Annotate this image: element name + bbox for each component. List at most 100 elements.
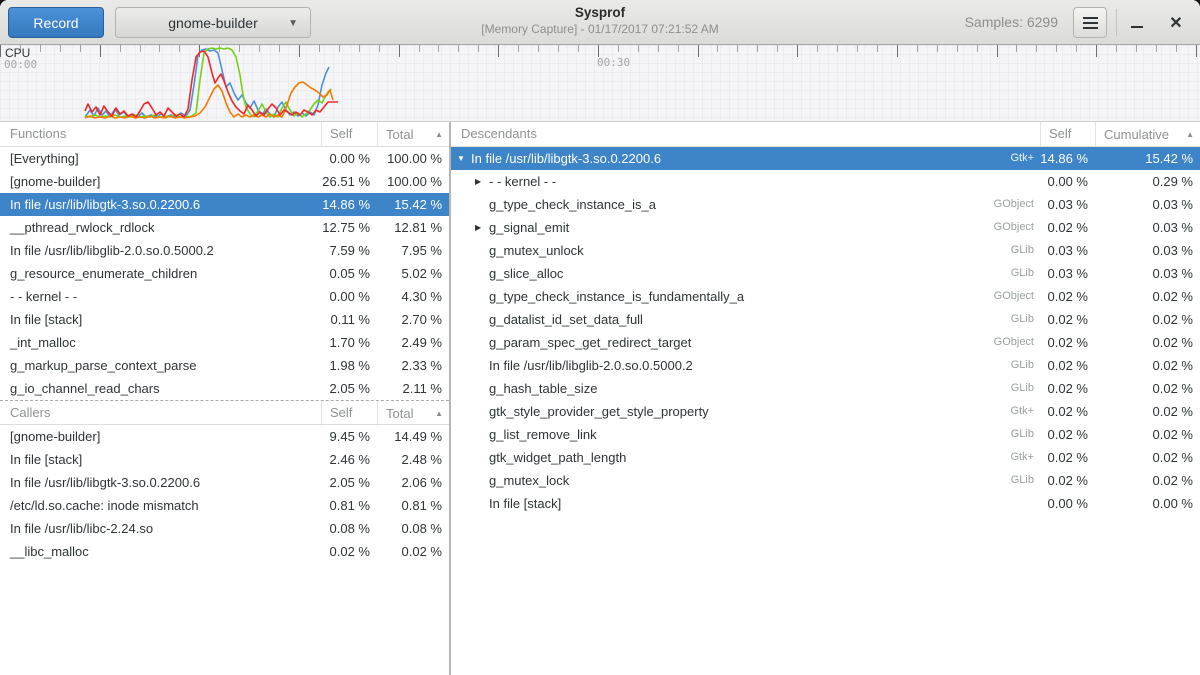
function-name: g_type_check_instance_is_fundamentally_a [489, 285, 744, 308]
column-header-self[interactable]: Self [1040, 122, 1095, 147]
table-row[interactable]: In file /usr/lib/libc-2.24.so0.08 %0.08 … [0, 517, 449, 540]
self-percent: 14.86 % [321, 193, 377, 216]
table-row[interactable]: /etc/ld.so.cache: inode mismatch0.81 %0.… [0, 494, 449, 517]
minimize-button[interactable] [1121, 8, 1153, 38]
callers-list: [gnome-builder]9.45 %14.49 %In file [sta… [0, 425, 449, 563]
self-percent: 0.02 % [1040, 216, 1095, 239]
library-tag: GObject [986, 331, 1040, 354]
self-percent: 0.02 % [1040, 423, 1095, 446]
self-percent: 0.02 % [1040, 469, 1095, 492]
table-row[interactable]: gtk_style_provider_get_style_propertyGtk… [451, 400, 1200, 423]
self-percent: 0.05 % [321, 262, 377, 285]
self-percent: 26.51 % [321, 170, 377, 193]
table-row[interactable]: - - kernel - -0.00 %4.30 % [0, 285, 449, 308]
library-tag: GLib [1003, 239, 1040, 262]
self-percent: 2.05 % [321, 471, 377, 494]
samples-count: Samples: 6299 [965, 14, 1058, 30]
table-row[interactable]: _int_malloc1.70 %2.49 % [0, 331, 449, 354]
function-name: In file /usr/lib/libglib-2.0.so.0.5000.2 [489, 354, 693, 377]
cpu-graph[interactable]: CPU 00:00 00:30 [0, 45, 1200, 122]
total-percent: 0.02 % [1095, 469, 1200, 492]
table-row[interactable]: In file [stack]2.46 %2.48 % [0, 448, 449, 471]
table-row[interactable]: g_markup_parse_context_parse1.98 %2.33 % [0, 354, 449, 377]
record-button[interactable]: Record [8, 7, 104, 38]
total-percent: 0.00 % [1095, 492, 1200, 515]
column-header-total[interactable]: Total ▲ [377, 122, 449, 147]
table-row[interactable]: g_datalist_id_set_data_fullGLib0.02 %0.0… [451, 308, 1200, 331]
expand-arrow-icon[interactable]: ▶ [475, 216, 489, 239]
self-percent: 7.59 % [321, 239, 377, 262]
function-name: [gnome-builder] [10, 170, 100, 193]
table-row[interactable]: g_param_spec_get_redirect_targetGObject0… [451, 331, 1200, 354]
table-row[interactable]: gtk_widget_path_lengthGtk+0.02 %0.02 % [451, 446, 1200, 469]
expand-arrow-icon[interactable]: ▶ [475, 170, 489, 193]
self-percent: 0.11 % [321, 308, 377, 331]
self-percent: 0.00 % [321, 147, 377, 170]
table-row[interactable]: [gnome-builder]26.51 %100.00 % [0, 170, 449, 193]
table-row[interactable]: In file [stack] 0.00 %0.00 % [451, 492, 1200, 515]
table-row[interactable]: g_io_channel_read_chars2.05 %2.11 % [0, 377, 449, 400]
table-row[interactable]: In file /usr/lib/libgtk-3.so.0.2200.62.0… [0, 471, 449, 494]
table-row[interactable]: g_mutex_lockGLib0.02 %0.02 % [451, 469, 1200, 492]
table-row[interactable]: In file /usr/lib/libgtk-3.so.0.2200.6 14.… [0, 193, 449, 216]
process-selector[interactable]: gnome-builder ▼ [115, 7, 311, 38]
self-percent: 0.81 % [321, 494, 377, 517]
function-name: g_resource_enumerate_children [10, 262, 197, 285]
table-row[interactable]: In file /usr/lib/libglib-2.0.so.0.5000.2… [0, 239, 449, 262]
table-row[interactable]: g_type_check_instance_is_fundamentally_a… [451, 285, 1200, 308]
descendants-table-header: Descendants Self Cumulative ▲ [451, 122, 1200, 147]
self-percent: 0.08 % [321, 517, 377, 540]
time-label-mid: 00:30 [597, 56, 630, 69]
column-header-callers[interactable]: Callers [0, 401, 321, 426]
column-header-functions[interactable]: Functions [0, 122, 321, 147]
table-row[interactable]: g_type_check_instance_is_aGObject0.03 %0… [451, 193, 1200, 216]
function-name: In file [stack] [489, 492, 561, 515]
self-percent: 0.00 % [1040, 492, 1095, 515]
close-button[interactable]: ✕ [1160, 8, 1192, 38]
total-percent: 7.95 % [377, 239, 449, 262]
callers-table-header: Callers Self Total ▲ [0, 400, 449, 425]
table-row[interactable]: __libc_malloc0.02 %0.02 % [0, 540, 449, 563]
functions-list: [Everything]0.00 %100.00 %[gnome-builder… [0, 147, 449, 400]
function-name: In file /usr/lib/libgtk-3.so.0.2200.6 [10, 193, 200, 216]
table-row[interactable]: __pthread_rwlock_rdlock12.75 %12.81 % [0, 216, 449, 239]
function-name: In file /usr/lib/libgtk-3.so.0.2200.6 [471, 147, 661, 170]
column-header-descendants[interactable]: Descendants [451, 122, 1040, 147]
total-percent: 0.02 % [1095, 400, 1200, 423]
function-name: gtk_widget_path_length [489, 446, 626, 469]
table-row[interactable]: g_mutex_unlockGLib0.03 %0.03 % [451, 239, 1200, 262]
table-row[interactable]: ▼In file /usr/lib/libgtk-3.so.0.2200.6Gt… [451, 147, 1200, 170]
column-header-self[interactable]: Self [321, 122, 377, 147]
self-percent: 0.02 % [1040, 377, 1095, 400]
menu-button[interactable] [1073, 7, 1107, 38]
function-name: __libc_malloc [10, 540, 89, 563]
self-percent: 0.02 % [1040, 331, 1095, 354]
function-name: In file /usr/lib/libc-2.24.so [10, 517, 153, 540]
total-percent: 0.02 % [377, 540, 449, 563]
library-tag: GLib [1003, 423, 1040, 446]
table-row[interactable]: g_slice_allocGLib0.03 %0.03 % [451, 262, 1200, 285]
table-row[interactable]: ▶- - kernel - -0.00 %0.29 % [451, 170, 1200, 193]
function-name: In file [stack] [10, 308, 82, 331]
column-header-self[interactable]: Self [321, 401, 377, 426]
column-header-cumulative[interactable]: Cumulative ▲ [1095, 122, 1200, 147]
table-row[interactable]: ▶g_signal_emitGObject0.02 %0.03 % [451, 216, 1200, 239]
self-percent: 0.03 % [1040, 239, 1095, 262]
window-title-area: Sysprof [Memory Capture] - 01/17/2017 07… [300, 5, 900, 36]
table-row[interactable]: [Everything]0.00 %100.00 % [0, 147, 449, 170]
column-header-total[interactable]: Total ▲ [377, 401, 449, 426]
table-row[interactable]: [gnome-builder]9.45 %14.49 % [0, 425, 449, 448]
table-row[interactable]: In file /usr/lib/libglib-2.0.so.0.5000.2… [451, 354, 1200, 377]
function-name: In file [stack] [10, 448, 82, 471]
table-row[interactable]: g_list_remove_linkGLib0.02 %0.02 % [451, 423, 1200, 446]
table-row[interactable]: g_resource_enumerate_children0.05 %5.02 … [0, 262, 449, 285]
total-percent: 2.70 % [377, 308, 449, 331]
self-percent: 14.86 % [1040, 147, 1095, 170]
self-percent: 0.02 % [1040, 446, 1095, 469]
total-percent: 0.02 % [1095, 285, 1200, 308]
table-row[interactable]: In file [stack] 0.11 %2.70 % [0, 308, 449, 331]
table-row[interactable]: g_hash_table_sizeGLib0.02 %0.02 % [451, 377, 1200, 400]
library-tag: GObject [986, 193, 1040, 216]
collapse-arrow-icon[interactable]: ▼ [457, 147, 471, 170]
function-name: g_type_check_instance_is_a [489, 193, 656, 216]
